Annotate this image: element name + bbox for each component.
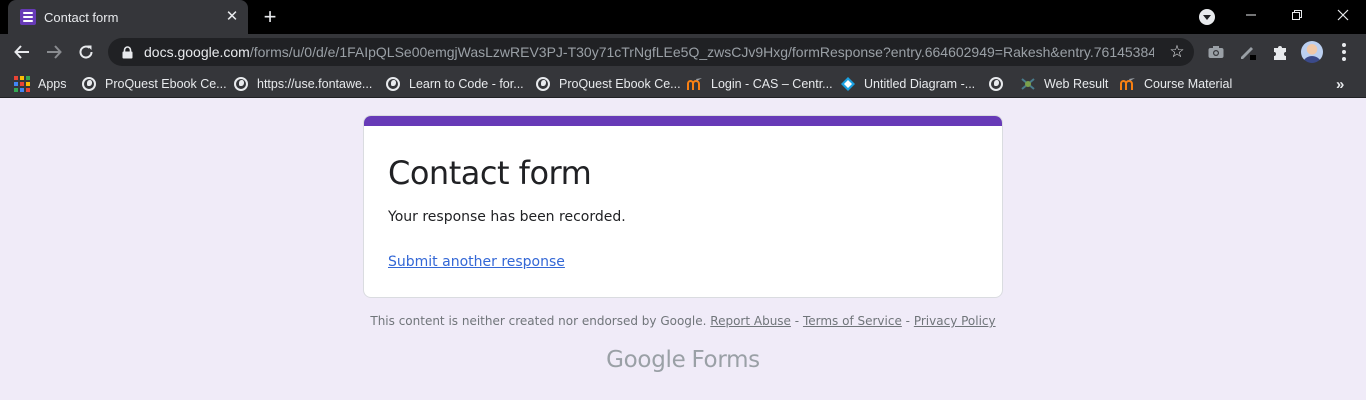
separator: - <box>905 314 911 328</box>
card-accent-bar <box>364 116 1002 126</box>
bookmark-web-result[interactable]: Web Result <box>1020 70 1108 98</box>
browser-toolbar: docs.google.com/forms/u/0/d/e/1FAIpQLSe0… <box>0 34 1366 70</box>
disclaimer-text: This content is neither created nor endo… <box>370 314 707 328</box>
globe-icon <box>535 76 551 92</box>
bookmark-label: Untitled Diagram -... <box>864 77 976 91</box>
bookmark-proquest-2[interactable]: ProQuest Ebook Ce... <box>535 70 681 98</box>
confirmation-message: Your response has been recorded. <box>388 209 626 225</box>
bookmark-untitled-diagram[interactable]: Untitled Diagram -... <box>840 70 975 98</box>
address-bar[interactable]: docs.google.com/forms/u/0/d/e/1FAIpQLSe0… <box>108 38 1194 66</box>
confirmation-card: Contact form Your response has been reco… <box>363 115 1003 298</box>
globe-icon <box>81 76 97 92</box>
bookmark-learn-to-code[interactable]: Learn to Code - for... <box>385 70 524 98</box>
globe-icon <box>233 76 249 92</box>
back-button[interactable] <box>7 37 37 67</box>
apps-grid-icon <box>14 76 30 92</box>
globe-icon <box>988 76 1004 92</box>
tab-strip: Contact form ✕ + <box>0 0 1366 34</box>
bookmark-label: ProQuest Ebook Ce... <box>559 77 681 91</box>
forward-arrow-icon <box>47 45 62 59</box>
back-arrow-icon <box>14 45 29 59</box>
bookmark-label: Apps <box>38 77 67 91</box>
bookmark-label: Course Material <box>1144 77 1233 91</box>
bookmark-label: Web Result <box>1044 77 1109 91</box>
privacy-policy-link[interactable]: Privacy Policy <box>914 314 996 328</box>
restore-button[interactable] <box>1274 0 1320 30</box>
footer-disclaimer: This content is neither created nor endo… <box>0 314 1366 328</box>
bookmark-login-cas[interactable]: Login - CAS – Centr... <box>687 70 833 98</box>
bookmark-label: https://use.fontawe... <box>257 77 373 91</box>
profile-avatar[interactable] <box>1301 41 1323 63</box>
pen-icon <box>1241 47 1256 60</box>
moodle-icon <box>687 76 703 92</box>
extensions-button[interactable] <box>1268 40 1292 64</box>
browser-tab[interactable]: Contact form ✕ <box>8 0 248 34</box>
url-path: /forms/u/0/d/e/1FAIpQLSe00emgjWasLzwREV3… <box>249 44 1154 60</box>
globe-icon <box>385 76 401 92</box>
web-result-icon <box>1020 76 1036 92</box>
more-bookmarks-icon[interactable]: » <box>1336 76 1344 93</box>
close-tab-icon[interactable]: ✕ <box>224 9 240 25</box>
reload-icon <box>79 45 93 59</box>
lock-icon[interactable] <box>120 45 134 59</box>
bookmark-label: Login - CAS – Centr... <box>711 77 833 91</box>
bookmark-globe[interactable] <box>988 70 1012 98</box>
url-host: docs.google.com <box>144 44 250 60</box>
new-tab-button[interactable]: + <box>258 5 282 29</box>
report-abuse-link[interactable]: Report Abuse <box>710 314 791 328</box>
bookmark-label: ProQuest Ebook Ce... <box>105 77 227 91</box>
moodle-icon <box>1120 76 1136 92</box>
google-forms-icon <box>20 9 36 25</box>
bookmarks-bar: Apps ProQuest Ebook Ce... https://use.fo… <box>0 70 1366 98</box>
form-title: Contact form <box>388 154 592 192</box>
chrome-menu-icon[interactable] <box>1336 42 1352 62</box>
bookmark-fontawesome[interactable]: https://use.fontawe... <box>233 70 372 98</box>
bookmark-star-icon[interactable]: ☆ <box>1168 43 1186 61</box>
bookmark-apps[interactable]: Apps <box>14 70 67 98</box>
minimize-button[interactable] <box>1228 0 1274 30</box>
url-text[interactable]: docs.google.com/forms/u/0/d/e/1FAIpQLSe0… <box>144 44 1154 60</box>
camera-icon <box>1208 46 1224 58</box>
drawio-icon <box>840 76 856 92</box>
camera-extension-button[interactable] <box>1204 40 1228 64</box>
close-window-button[interactable] <box>1320 0 1366 30</box>
tab-search-icon[interactable] <box>1199 9 1215 25</box>
puzzle-icon <box>1274 46 1286 60</box>
brand-product: Forms <box>691 347 760 373</box>
bookmark-label: Learn to Code - for... <box>409 77 524 91</box>
submit-another-response-link[interactable]: Submit another response <box>388 254 565 270</box>
minimize-icon <box>1246 14 1256 16</box>
terms-of-service-link[interactable]: Terms of Service <box>803 314 902 328</box>
bookmark-course-material[interactable]: Course Material <box>1120 70 1232 98</box>
reload-button[interactable] <box>71 37 101 67</box>
forward-button[interactable] <box>39 37 69 67</box>
brand-google: Google <box>606 347 686 373</box>
separator: - <box>794 314 800 328</box>
bookmark-proquest-1[interactable]: ProQuest Ebook Ce... <box>81 70 227 98</box>
google-forms-logo[interactable]: Google Forms <box>0 347 1366 373</box>
restore-icon <box>1292 10 1302 20</box>
tab-title: Contact form <box>44 9 119 25</box>
close-icon <box>1337 9 1349 21</box>
pen-extension-button[interactable] <box>1236 40 1260 64</box>
